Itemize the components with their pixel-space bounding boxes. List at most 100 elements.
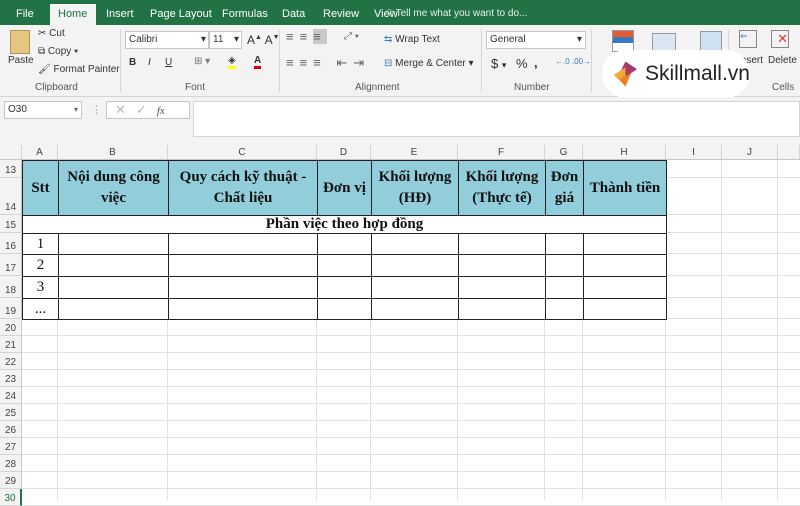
conditional-formatting-icon[interactable] [612,30,634,52]
table-header-cell[interactable]: Khối lượng (Thực tế) [458,160,546,216]
borders-icon[interactable]: ⊞ ▾ [194,56,210,67]
table-cell[interactable] [545,298,584,320]
row-header-15[interactable]: 15 [0,215,22,233]
table-cell[interactable] [371,254,459,277]
stt-cell[interactable]: 3 [22,276,59,299]
vertical-align-icons[interactable]: ≡≡≡ [286,29,327,44]
font-color-icon[interactable]: A [254,55,262,69]
table-cell[interactable] [317,254,372,277]
table-cell[interactable] [58,233,169,255]
tab-review[interactable]: Review [315,0,367,25]
table-cell[interactable] [458,254,546,277]
table-header-cell[interactable]: Thành tiền [583,160,667,216]
spreadsheet-grid[interactable]: A B C D E F G H I J 13 14 15 16 17 18 19 20 21 22 23 24 25 26 27… [0,145,800,506]
font-name-select[interactable]: Calibri ▾ [125,31,209,49]
table-cell[interactable] [168,233,318,255]
row-header-28[interactable]: 28 [0,455,22,472]
delete-button[interactable]: Delete [768,55,797,66]
tab-insert[interactable]: Insert [98,0,142,25]
table-cell[interactable] [583,233,667,255]
merge-center-button[interactable]: ⊟ Merge & Center ▾ [384,58,474,69]
bold-button[interactable]: B [129,57,136,68]
cut-button[interactable]: ✂ Cut [38,28,65,39]
format-as-table-icon[interactable] [652,33,676,51]
table-cell[interactable] [317,276,372,299]
table-cell[interactable] [583,276,667,299]
delete-cells-icon[interactable]: ✕ [771,30,789,48]
stt-cell[interactable]: 1 [22,233,59,255]
table-cell[interactable] [545,233,584,255]
tab-page-layout[interactable]: Page Layout [142,0,220,25]
row-header-23[interactable]: 23 [0,370,22,387]
paste-button[interactable]: Paste [8,55,34,66]
column-header-h[interactable]: H [583,145,666,160]
row-header-26[interactable]: 26 [0,421,22,438]
column-header-c[interactable]: C [168,145,317,160]
table-header-cell[interactable]: Nội dung công việc [58,160,169,216]
row-header-30[interactable]: 30 [0,489,22,506]
row-header-19[interactable]: 19 [0,298,22,319]
row-header-18[interactable]: 18 [0,276,22,298]
row-header-16[interactable]: 16 [0,233,22,254]
row-header-24[interactable]: 24 [0,387,22,404]
grow-font-icon[interactable]: A▲ A▼ [247,33,280,47]
horizontal-align-icons[interactable]: ≡≡≡ ⇤⇥ [286,55,370,71]
table-cell[interactable] [58,298,169,320]
format-painter-button[interactable]: 🖌︎ Format Painter [38,64,120,75]
tab-home[interactable]: Home [50,4,96,25]
table-cell[interactable] [168,298,318,320]
table-cell[interactable] [317,298,372,320]
table-cell[interactable] [545,276,584,299]
orientation-icon[interactable]: ⤢ ▾ [344,31,359,42]
column-header-a[interactable]: A [22,145,58,160]
font-size-select[interactable]: 11 ▾ [209,31,242,49]
table-header-cell[interactable]: Quy cách kỹ thuật - Chất liệu [168,160,318,216]
wrap-text-button[interactable]: ⇆ Wrap Text [384,34,440,45]
copy-button[interactable]: ⧉ Copy ▾ [38,46,78,57]
tell-me-search[interactable]: 💡︎ Tell me what you want to do... [386,0,527,25]
tab-file[interactable]: File [8,0,42,25]
table-header-cell[interactable]: Khối lượng (HĐ) [371,160,459,216]
percent-button[interactable]: % [516,56,528,71]
column-header-k[interactable] [778,145,800,160]
row-header-22[interactable]: 22 [0,353,22,370]
row-header-13[interactable]: 13 [0,160,22,178]
row-header-17[interactable]: 17 [0,254,22,276]
comma-button[interactable]: , [534,55,538,70]
table-cell[interactable] [458,276,546,299]
column-header-b[interactable]: B [58,145,168,160]
stt-cell[interactable]: ... [22,298,59,320]
table-cell[interactable] [371,276,459,299]
row-header-14[interactable]: 14 [0,178,22,215]
column-header-d[interactable]: D [317,145,371,160]
name-box[interactable]: O30 ▾ [4,101,82,119]
table-cell[interactable] [371,298,459,320]
column-header-j[interactable]: J [722,145,778,160]
table-cell[interactable] [458,298,546,320]
underline-button[interactable]: U [165,57,172,68]
table-cell[interactable] [458,233,546,255]
table-cell[interactable] [168,276,318,299]
tab-data[interactable]: Data [274,0,313,25]
table-header-cell[interactable]: Đơn giá [545,160,584,216]
table-cell[interactable] [583,298,667,320]
italic-button[interactable]: I [148,57,151,68]
formula-buttons[interactable]: ✕✓fx [106,101,190,119]
row-header-20[interactable]: 20 [0,319,22,336]
table-header-cell[interactable]: Stt [22,160,59,216]
column-header-i[interactable]: I [666,145,722,160]
row-header-21[interactable]: 21 [0,336,22,353]
table-cell[interactable] [317,233,372,255]
row-header-25[interactable]: 25 [0,404,22,421]
column-header-e[interactable]: E [371,145,458,160]
number-format-select[interactable]: General ▾ [486,31,586,49]
tab-formulas[interactable]: Formulas [214,0,276,25]
table-cell[interactable] [168,254,318,277]
row-header-27[interactable]: 27 [0,438,22,455]
column-header-g[interactable]: G [545,145,583,160]
table-cell[interactable] [58,254,169,277]
section-title-cell[interactable]: Phần việc theo hợp đồng [22,215,667,234]
row-header-29[interactable]: 29 [0,472,22,489]
fill-color-icon[interactable]: ◈ [228,55,236,69]
column-header-f[interactable]: F [458,145,545,160]
